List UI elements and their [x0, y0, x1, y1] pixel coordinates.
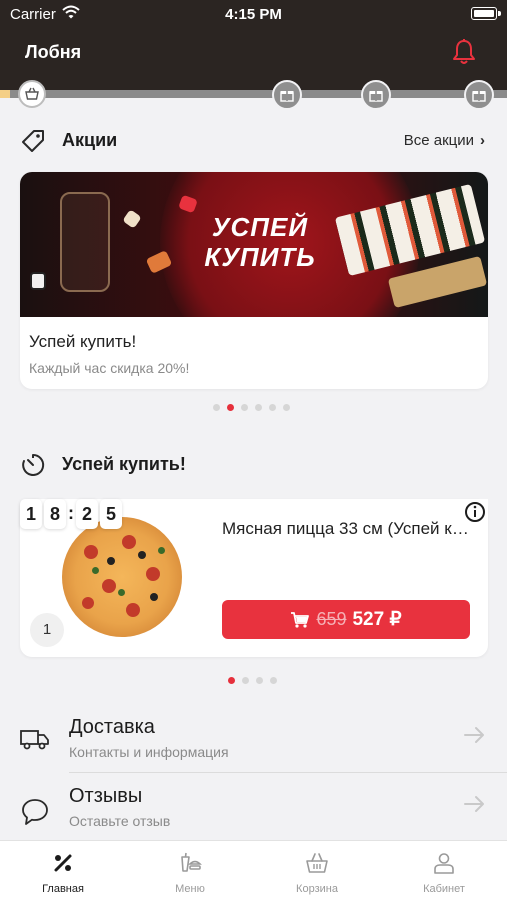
all-promos-label: Все акции — [403, 132, 474, 149]
chevron-right-icon: › — [480, 132, 485, 149]
timer-digit: 2 — [76, 499, 98, 529]
info-icon[interactable] — [462, 499, 488, 525]
old-price: 659 — [316, 609, 347, 629]
pager-dot[interactable] — [256, 677, 263, 684]
status-time: 4:15 PM — [225, 6, 282, 23]
user-icon — [434, 853, 454, 874]
quantity-badge: 1 — [30, 613, 64, 647]
city-selector[interactable]: Лобня — [25, 42, 81, 63]
tab-menu-label: Меню — [175, 883, 205, 895]
promos-section-header: Акции Все акции › — [0, 122, 507, 162]
pager-dot[interactable] — [255, 404, 262, 411]
timer-digit: 1 — [20, 499, 42, 529]
reviews-sublabel: Оставьте отзыв — [69, 813, 171, 829]
hurry-section-header: Успей купить! — [0, 446, 507, 486]
speech-bubble-icon — [22, 799, 48, 825]
arrow-right-icon — [464, 796, 484, 812]
pager-dot[interactable] — [270, 677, 277, 684]
reviews-row[interactable]: Отзывы Оставьте отзыв — [0, 775, 507, 845]
buy-button[interactable]: 659 527 ₽ — [222, 600, 470, 639]
basket-icon — [306, 853, 328, 873]
promo-pager[interactable] — [213, 404, 297, 412]
arrow-right-icon — [464, 727, 484, 743]
progress-fill — [0, 90, 10, 98]
product-card[interactable]: 1 8 : 2 5 1 Мясная пицца 33 см (Успей ку… — [20, 499, 488, 657]
promos-title: Акции — [62, 130, 118, 150]
row-divider — [69, 772, 507, 773]
gift-milestone-icon[interactable] — [464, 80, 494, 110]
pizza-image — [62, 517, 182, 637]
pager-dot[interactable] — [283, 404, 290, 411]
gift-milestone-icon[interactable] — [272, 80, 302, 110]
product-name: Мясная пицца 33 см (Успей купить!) — [222, 519, 470, 538]
header-bar: Carrier 4:15 PM Лобня — [0, 0, 507, 90]
promo-banner-image: УСПЕЙ КУПИТЬ — [20, 172, 488, 317]
promo-title: Успей купить! — [29, 332, 137, 351]
promo-subtitle: Каждый час скидка 20%! — [29, 360, 190, 376]
sushi-piece — [30, 272, 46, 290]
tab-basket-label: Корзина — [296, 883, 338, 895]
pager-dot[interactable] — [242, 677, 249, 684]
pager-dot[interactable] — [228, 677, 235, 684]
delivery-row[interactable]: Доставка Контакты и информация — [0, 706, 507, 776]
timer-separator: : — [68, 503, 74, 523]
new-price: 527 ₽ — [352, 609, 402, 630]
sushi-piece — [122, 209, 142, 229]
progress-track — [0, 90, 507, 98]
hourglass-image — [60, 192, 110, 292]
timer-digit: 5 — [100, 499, 122, 529]
delivery-label: Доставка — [69, 716, 155, 738]
pager-dot[interactable] — [269, 404, 276, 411]
notification-bell-icon[interactable] — [451, 38, 477, 66]
bottom-tab-bar: Главная Меню Корзина Кабинет — [0, 840, 507, 900]
pager-dot[interactable] — [241, 404, 248, 411]
battery-icon — [471, 7, 497, 20]
tab-basket[interactable]: Корзина — [254, 841, 380, 900]
tab-menu[interactable]: Меню — [127, 841, 253, 900]
battery-cap-icon — [498, 11, 501, 16]
delivery-sublabel: Контакты и информация — [69, 744, 229, 760]
progress-start-basket-icon — [18, 80, 46, 108]
banner-headline: УСПЕЙ КУПИТЬ — [204, 212, 316, 272]
tag-icon — [22, 130, 44, 152]
product-pager[interactable] — [228, 677, 284, 685]
truck-icon — [20, 730, 49, 750]
tab-home-label: Главная — [42, 883, 84, 895]
tab-home[interactable]: Главная — [0, 841, 126, 900]
pager-dot[interactable] — [213, 404, 220, 411]
cart-icon — [291, 612, 310, 628]
menu-icon — [181, 852, 202, 872]
all-promos-link[interactable]: Все акции › — [404, 132, 485, 149]
tab-account-label: Кабинет — [423, 883, 465, 895]
pager-dot[interactable] — [227, 404, 234, 411]
tab-account[interactable]: Кабинет — [381, 841, 507, 900]
hurry-title: Успей купить! — [62, 454, 186, 474]
home-percent-icon — [54, 854, 72, 872]
timer-digit: 8 — [44, 499, 66, 529]
reviews-label: Отзывы — [69, 785, 143, 807]
gift-milestone-icon[interactable] — [361, 80, 391, 110]
timer-icon — [22, 453, 45, 476]
status-bar: Carrier 4:15 PM — [0, 0, 507, 30]
promo-card[interactable]: УСПЕЙ КУПИТЬ Успей купить! Каждый час ск… — [20, 172, 488, 389]
loyalty-progress-bar — [0, 90, 507, 98]
